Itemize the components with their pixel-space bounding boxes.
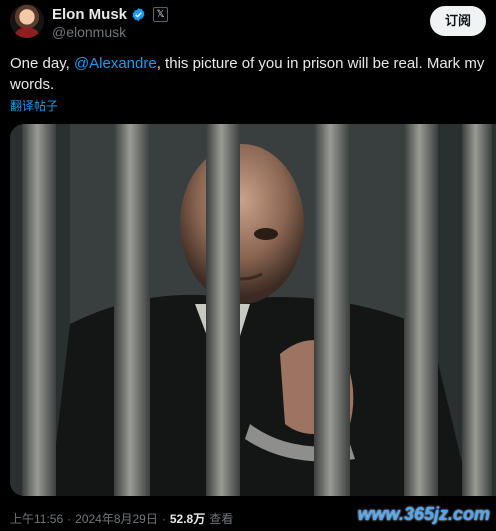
subscribe-button[interactable]: 订阅 [429,6,486,36]
tweet-date[interactable]: 2024年8月29日 [75,510,158,527]
views-label: 查看 [209,512,234,526]
tweet-meta: 上午11:56 · 2024年8月29日 · 52.8万 查看 [10,510,233,527]
meta-separator: · [67,511,72,526]
avatar[interactable] [10,4,44,38]
author-name-row: Elon Musk 𝕏 [52,6,169,23]
mention-link[interactable]: @Alexandre [74,55,157,72]
prison-photo-illustration [10,124,496,496]
tweet-text: One day, @Alexandre, this picture of you… [10,53,490,95]
tweet-text-start: One day, [10,55,74,72]
verified-badge-icon[interactable] [131,7,146,22]
avatar-shirt [14,28,40,38]
tweet-image[interactable] [10,124,496,496]
tweet-header: Elon Musk 𝕏 @elonmusk 订阅 [10,4,486,44]
meta-separator: · [161,511,166,526]
x-affiliate-badge-icon[interactable]: 𝕏 [153,7,169,22]
view-count: 52.8万 [169,512,206,526]
site-watermark: www.365jz.com [357,504,490,524]
tweet-time[interactable]: 上午11:56 [10,510,63,527]
author-display-name[interactable]: Elon Musk [52,6,127,23]
author-handle[interactable]: @elonmusk [52,24,126,40]
translate-post-link[interactable]: 翻译帖子 [10,97,58,114]
